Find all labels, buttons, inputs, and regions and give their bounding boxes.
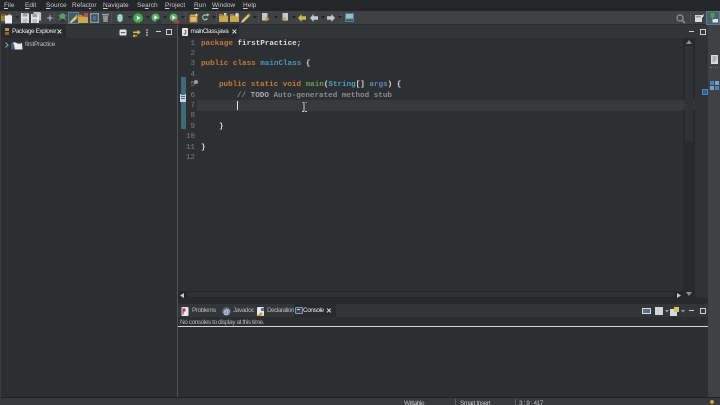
svg-text:J: J	[183, 30, 186, 36]
svg-text:@: @	[223, 309, 230, 316]
